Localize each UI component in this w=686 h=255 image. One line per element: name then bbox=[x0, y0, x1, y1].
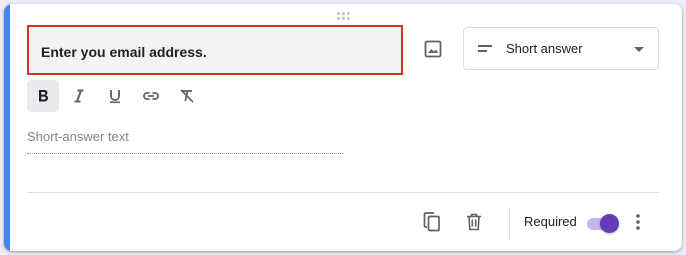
bold-icon bbox=[39, 90, 48, 102]
add-image-button[interactable] bbox=[418, 34, 448, 64]
delete-icon bbox=[467, 213, 481, 231]
link-button[interactable] bbox=[135, 80, 167, 112]
link-icon bbox=[143, 92, 159, 100]
formatting-toolbar bbox=[27, 80, 203, 112]
question-type-label: Short answer bbox=[506, 41, 583, 56]
bold-button[interactable] bbox=[27, 80, 59, 112]
question-title-text: Enter you email address. bbox=[41, 44, 207, 60]
underline-icon bbox=[110, 90, 120, 104]
more-options-button[interactable] bbox=[622, 206, 654, 238]
clear-formatting-icon bbox=[180, 89, 194, 103]
delete-button[interactable] bbox=[458, 206, 490, 238]
image-icon bbox=[424, 40, 442, 58]
footer-divider bbox=[27, 192, 659, 193]
italic-button[interactable] bbox=[63, 80, 95, 112]
underline-button[interactable] bbox=[99, 80, 131, 112]
duplicate-icon bbox=[423, 212, 440, 232]
short-answer-placeholder: Short-answer text bbox=[27, 129, 129, 144]
question-type-select[interactable]: Short answer bbox=[463, 27, 659, 70]
question-card: Enter you email address. Short answer Sh… bbox=[4, 4, 682, 251]
clear-formatting-button[interactable] bbox=[171, 80, 203, 112]
footer-separator bbox=[509, 207, 510, 239]
short-answer-icon bbox=[478, 45, 492, 52]
short-answer-preview: Short-answer text bbox=[27, 128, 343, 154]
duplicate-button[interactable] bbox=[416, 206, 448, 238]
more-vert-icon bbox=[636, 214, 640, 230]
drag-handle-icon[interactable] bbox=[337, 12, 351, 20]
required-toggle-knob bbox=[600, 214, 619, 233]
required-label: Required bbox=[524, 214, 577, 229]
italic-icon bbox=[74, 89, 84, 103]
question-title-field[interactable]: Enter you email address. bbox=[27, 25, 403, 75]
dropdown-caret-icon bbox=[634, 47, 644, 52]
active-card-indicator bbox=[4, 4, 10, 251]
required-toggle[interactable] bbox=[585, 214, 619, 233]
